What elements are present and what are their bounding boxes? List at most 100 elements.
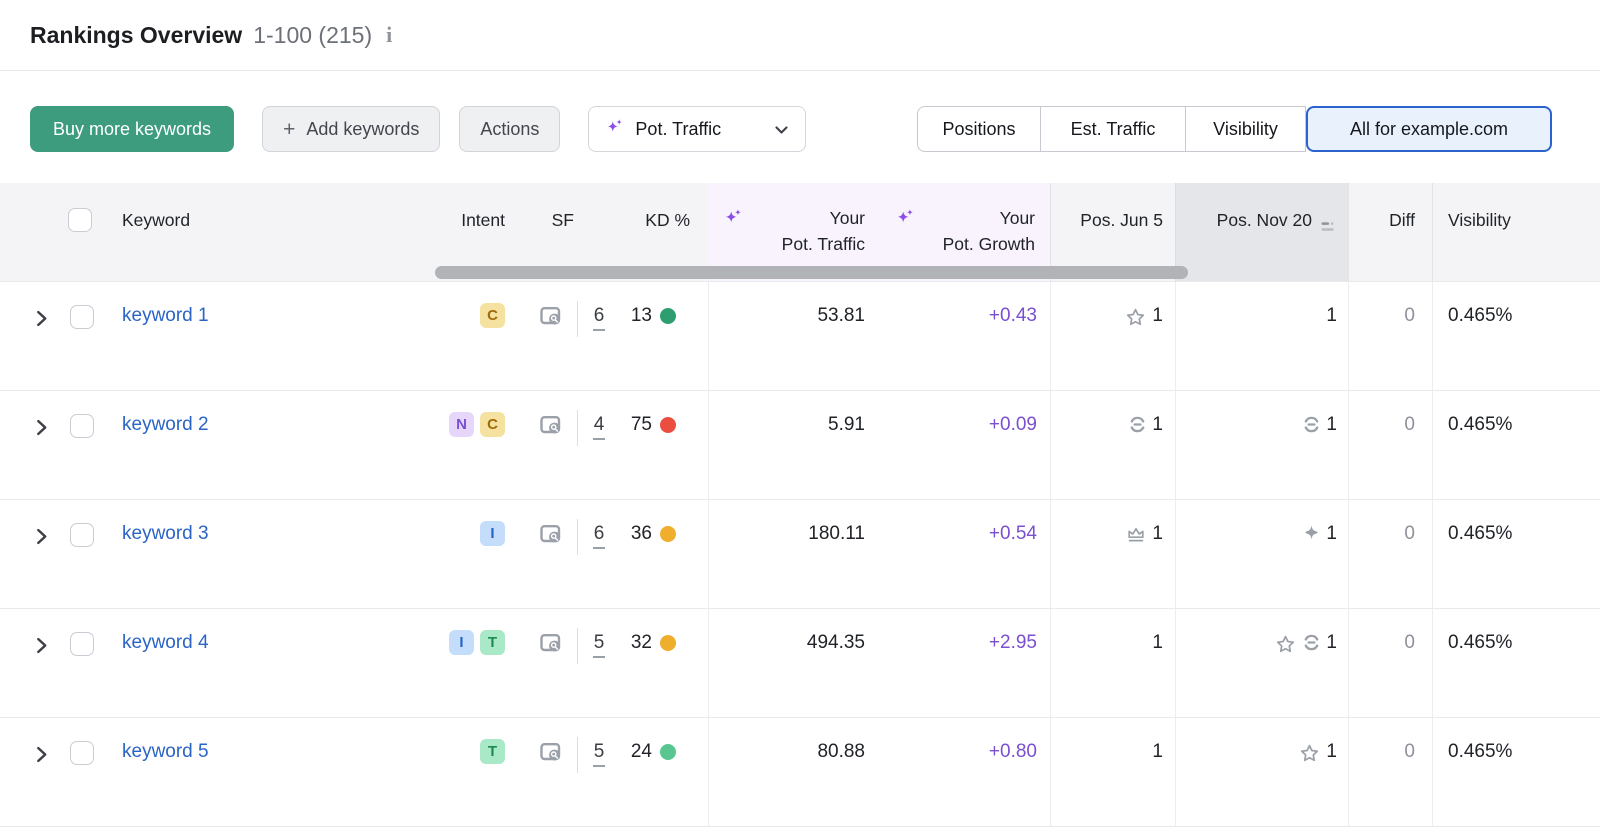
pot-traffic-value: 180.11 xyxy=(808,523,865,544)
pot-growth-cell: +0.54 xyxy=(880,500,1050,608)
sf-count[interactable]: 4 xyxy=(593,414,606,440)
select-all-cell xyxy=(68,183,108,281)
row-checkbox[interactable] xyxy=(70,305,94,329)
kd-difficulty-dot xyxy=(660,417,676,433)
kd-cell: 13 xyxy=(620,282,708,390)
kd-value: 24 xyxy=(631,739,652,826)
intent-badge-T: T xyxy=(480,739,505,764)
segment-all-for-example-com[interactable]: All for example.com xyxy=(1306,106,1552,152)
plus-icon: + xyxy=(283,119,295,140)
sf-count[interactable]: 5 xyxy=(593,741,606,767)
column-header-pos-nov20[interactable]: Pos. Nov 20 xyxy=(1175,183,1348,281)
serp-features-icon[interactable] xyxy=(539,633,564,662)
row-checkbox[interactable] xyxy=(70,523,94,547)
visibility-value: 0.465% xyxy=(1448,523,1512,544)
row-select-cell xyxy=(68,391,108,499)
star-icon xyxy=(1274,630,1297,664)
kd-value: 13 xyxy=(631,303,652,390)
pot-growth-value: +0.43 xyxy=(989,305,1037,326)
visibility-value: 0.465% xyxy=(1448,741,1512,762)
expand-row-button[interactable] xyxy=(0,282,68,390)
expand-row-button[interactable] xyxy=(0,500,68,608)
info-icon[interactable]: i xyxy=(386,22,392,48)
sf-count-cell: 4 xyxy=(578,391,620,499)
metric-dropdown-label: Pot. Traffic xyxy=(635,119,764,140)
visibility-cell: 0.465% xyxy=(1432,718,1600,826)
segment-est-traffic[interactable]: Est. Traffic xyxy=(1041,106,1186,152)
chevron-down-icon xyxy=(775,119,788,140)
segment-visibility[interactable]: Visibility xyxy=(1186,106,1306,152)
kd-difficulty-dot xyxy=(660,635,676,651)
metric-dropdown[interactable]: Pot. Traffic xyxy=(588,106,806,152)
pot-growth-cell: +0.43 xyxy=(880,282,1050,390)
sf-count-cell: 6 xyxy=(578,500,620,608)
expand-row-button[interactable] xyxy=(0,609,68,717)
column-header-diff[interactable]: Diff xyxy=(1348,183,1432,281)
serp-features-cell xyxy=(505,718,578,826)
sf-count[interactable]: 5 xyxy=(593,632,606,658)
diff-cell: 0 xyxy=(1348,718,1432,826)
kd-difficulty-dot xyxy=(660,308,676,324)
column-header-keyword[interactable]: Keyword xyxy=(108,183,415,281)
row-select-cell xyxy=(68,718,108,826)
intent-badge-I: I xyxy=(480,521,505,546)
serp-features-icon[interactable] xyxy=(539,742,564,771)
keyword-link[interactable]: keyword 1 xyxy=(122,305,209,326)
pos-nov20-value: 1 xyxy=(1326,412,1337,438)
pot-traffic-cell: 53.81 xyxy=(708,282,880,390)
serp-features-icon[interactable] xyxy=(539,524,564,553)
intent-badge-C: C xyxy=(480,412,505,437)
intent-badge-I: I xyxy=(449,630,474,655)
keyword-link[interactable]: keyword 3 xyxy=(122,523,209,544)
link-icon xyxy=(1128,412,1147,442)
pos-jun5-value: 1 xyxy=(1152,739,1163,765)
visibility-value: 0.465% xyxy=(1448,632,1512,653)
expand-row-button[interactable] xyxy=(0,391,68,499)
horizontal-scrollbar[interactable] xyxy=(435,266,1188,279)
pos-jun5-cell: 1 xyxy=(1050,609,1175,717)
pos-jun5-cell: 1 xyxy=(1050,718,1175,826)
kd-cell: 36 xyxy=(620,500,708,608)
expand-row-button[interactable] xyxy=(0,718,68,826)
serp-features-icon[interactable] xyxy=(539,415,564,444)
kd-value: 75 xyxy=(631,412,652,499)
sf-count[interactable]: 6 xyxy=(593,305,606,331)
keyword-link[interactable]: keyword 5 xyxy=(122,741,209,762)
pot-growth-cell: +2.95 xyxy=(880,609,1050,717)
diff-value: 0 xyxy=(1404,632,1415,653)
add-keywords-button[interactable]: + Add keywords xyxy=(262,106,440,152)
sf-count[interactable]: 6 xyxy=(593,523,606,549)
sf-count-cell: 5 xyxy=(578,718,620,826)
segment-positions[interactable]: Positions xyxy=(917,106,1041,152)
pot-traffic-value: 494.35 xyxy=(807,632,865,653)
serp-features-cell xyxy=(505,500,578,608)
diff-cell: 0 xyxy=(1348,500,1432,608)
pos-jun5-value: 1 xyxy=(1152,412,1163,438)
pot-traffic-cell: 5.91 xyxy=(708,391,880,499)
keyword-link[interactable]: keyword 2 xyxy=(122,414,209,435)
view-segmented-control: PositionsEst. TrafficVisibilityAll for e… xyxy=(917,106,1552,152)
pos-nov20-cell: 1 xyxy=(1175,391,1348,499)
kd-cell: 24 xyxy=(620,718,708,826)
pos-nov20-cell: 1 xyxy=(1175,282,1348,390)
column-header-visibility[interactable]: Visibility xyxy=(1432,183,1600,281)
sort-icon[interactable] xyxy=(1321,215,1337,281)
pot-growth-cell: +0.09 xyxy=(880,391,1050,499)
row-select-cell xyxy=(68,500,108,608)
pos-nov20-value: 1 xyxy=(1326,630,1337,656)
row-checkbox[interactable] xyxy=(70,741,94,765)
buy-more-keywords-button[interactable]: Buy more keywords xyxy=(30,106,234,152)
diff-value: 0 xyxy=(1404,305,1415,326)
row-checkbox[interactable] xyxy=(70,632,94,656)
actions-button[interactable]: Actions xyxy=(459,106,560,152)
serp-features-icon[interactable] xyxy=(539,306,564,335)
select-all-checkbox[interactable] xyxy=(68,208,92,232)
kd-difficulty-dot xyxy=(660,526,676,542)
keyword-link[interactable]: keyword 4 xyxy=(122,632,209,653)
pos-jun5-cell: 1 xyxy=(1050,500,1175,608)
pot-traffic-cell: 180.11 xyxy=(708,500,880,608)
diff-value: 0 xyxy=(1404,523,1415,544)
page-title: Rankings Overview xyxy=(30,22,242,49)
row-checkbox[interactable] xyxy=(70,414,94,438)
intent-cell: I xyxy=(415,500,505,608)
